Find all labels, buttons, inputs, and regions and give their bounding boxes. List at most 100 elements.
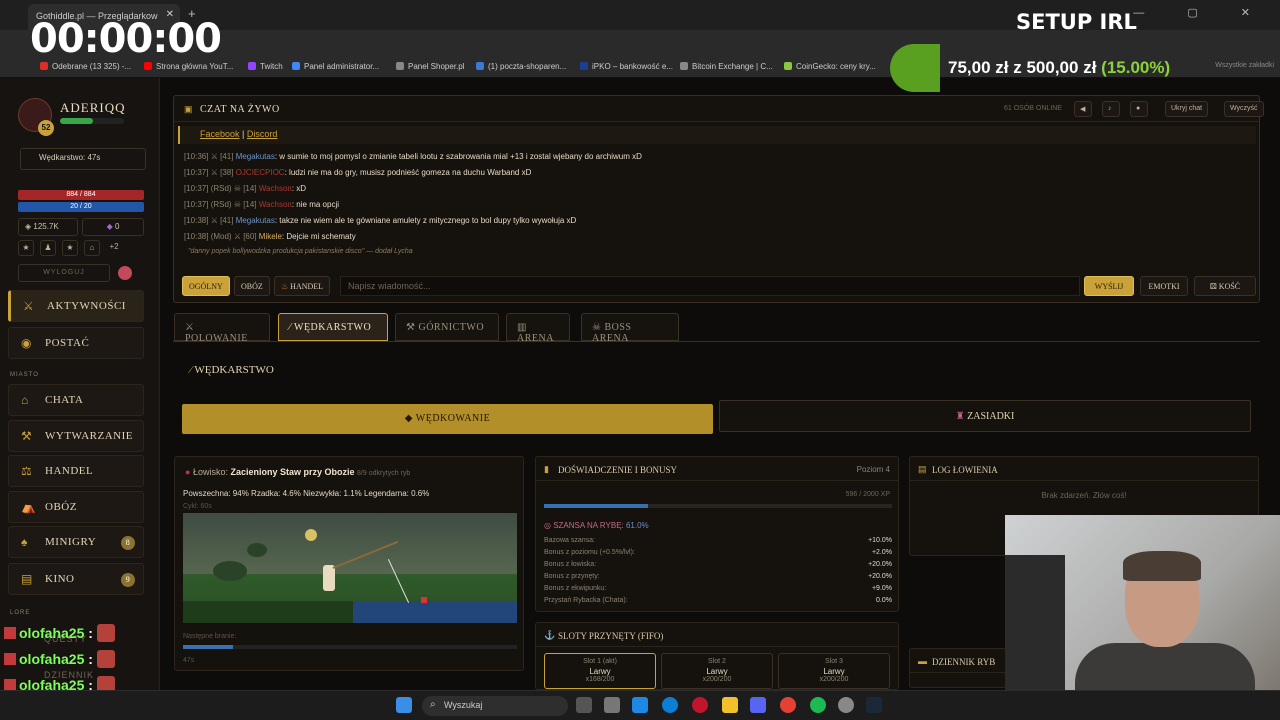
nav-camp[interactable]: ⛺ OBÓZ [8, 491, 144, 523]
bonus-row: Bonus z poziomu (+0.5%/lvl): +2.0% [544, 549, 892, 556]
bait-slot[interactable]: Slot 1 (akt) Larwy x168/200 [544, 653, 656, 689]
xp-progress-bar [544, 504, 892, 508]
links-separator: | [242, 129, 245, 139]
section-lore-label: LORE [10, 610, 31, 616]
channel-general-button[interactable]: OGÓLNY [182, 276, 230, 296]
target-icon: ◎ [544, 521, 554, 530]
nav-hut[interactable]: ⌂ CHATA [8, 384, 144, 416]
cycle-time: Cykl: 60s [183, 503, 212, 510]
nav-character[interactable]: ◉ POSTAĆ [8, 327, 144, 359]
log-icon: ▤ [918, 464, 927, 474]
steam-icon[interactable] [866, 697, 882, 713]
nav-minigames[interactable]: ♠ MINIGRY 8 [8, 526, 144, 558]
chat-username[interactable]: OJCIECPIOC [236, 168, 285, 177]
chat-username[interactable]: Wachson [259, 184, 292, 193]
chat-username[interactable]: Mikele [259, 232, 282, 241]
facebook-link[interactable]: Facebook [200, 129, 240, 139]
chat-icon: ▣ [184, 104, 193, 114]
bookmark-item[interactable]: Panel Shoper.pl [396, 62, 465, 71]
bookmark-item[interactable]: Strona główna YouT... [144, 62, 233, 71]
channel-trade-button[interactable]: ♨ HANDEL [274, 276, 331, 296]
tab-boss-arena[interactable]: ☠ BOSS ARENA [581, 313, 679, 344]
tree-icon [247, 543, 267, 557]
tent-icon: ⛺ [21, 500, 37, 514]
edge-icon[interactable] [662, 697, 678, 713]
bait-slot[interactable]: Slot 2 Larwy x200/200 [661, 653, 773, 689]
buff-icon[interactable]: ★ [18, 240, 34, 256]
folder-icon[interactable] [722, 697, 738, 713]
fish-diary-header[interactable]: ▬ DZIENNIK RYB [910, 649, 1008, 673]
bookmark-item[interactable]: (1) poczta-shoparen... [476, 62, 566, 71]
discord-link[interactable]: Discord [247, 129, 278, 139]
bookmark-item[interactable]: Panel administrator... [292, 62, 379, 71]
nav-cinema[interactable]: ▤ KINO 9 [8, 563, 144, 595]
tab-fishing[interactable]: ⁄ WĘDKARSTWO [278, 313, 388, 341]
next-bite-time: 47s [183, 657, 195, 664]
chat-title: CZAT NA ŻYWO [200, 104, 280, 115]
chat-header: ▣ CZAT NA ŻYWO 61 OSÓB ONLINE ◀ ♪ ● Ukry… [174, 96, 1264, 122]
active-skill[interactable]: Wędkarstwo: 47s [20, 148, 146, 170]
bookmark-item[interactable]: CoinGecko: ceny kry... [784, 62, 876, 71]
bookmark-icon [784, 62, 792, 70]
bookmark-icon [580, 62, 588, 70]
send-button[interactable]: WYŚLIJ [1084, 276, 1134, 296]
fishing-spot-panel: ● Łowisko: Zacieniony Staw przy Obozie 8… [174, 456, 524, 671]
buff-icon[interactable]: ♟ [40, 240, 56, 256]
clear-chat-button[interactable]: Wyczyść [1224, 101, 1264, 117]
home-icon[interactable]: ⌂ [84, 240, 100, 256]
log-header: ▤ LOG ŁOWIENIA [910, 457, 1258, 481]
channel-camp-button[interactable]: OBÓZ [234, 276, 270, 296]
traps-mode-button[interactable]: ♜ ZASIADKI [719, 400, 1251, 432]
stream-timer: 00:00:00 [30, 16, 222, 62]
window-controls[interactable]: — ▢ ✕ [1133, 6, 1270, 19]
chat-username[interactable]: Megakutas [236, 216, 275, 225]
bookmark-item[interactable]: Bitcoin Exchange | C... [680, 62, 773, 71]
section-title: ⁄ WĘDKARSTWO [190, 364, 274, 376]
tab-mining[interactable]: ⚒ GÓRNICTWO [395, 313, 499, 341]
swords-icon: ⚔ [23, 299, 35, 313]
fishing-mode-button[interactable]: ◆ WĘDKOWANIE [182, 404, 713, 434]
spot-name[interactable]: Zacieniony Staw przy Obozie [230, 467, 354, 477]
tab-arena[interactable]: ▥ ARENA [506, 313, 570, 344]
chrome-icon[interactable] [780, 697, 796, 713]
notifications-icon[interactable]: ● [1130, 101, 1148, 117]
windows-start-icon[interactable] [396, 697, 412, 713]
hide-chat-button[interactable]: Ukryj chat [1165, 101, 1209, 117]
fish-icon: ◆ [404, 413, 416, 424]
settings-icon[interactable] [118, 266, 132, 280]
tree-icon [213, 561, 247, 581]
spotify-icon[interactable] [810, 697, 826, 713]
task-view-icon[interactable] [576, 697, 592, 713]
file-app-icon[interactable] [604, 697, 620, 713]
nav-trade[interactable]: ⚖ HANDEL [8, 455, 144, 487]
emotes-button[interactable]: EMOTKI [1140, 276, 1188, 296]
bookmark-item[interactable]: Twitch [248, 62, 283, 71]
nav-activities[interactable]: ⚔ AKTYWNOŚCI [8, 290, 144, 322]
dice-button[interactable]: ⚄ KOŚĆ [1194, 276, 1256, 296]
music-icon[interactable]: ♪ [1102, 101, 1120, 117]
taskbar-search[interactable]: ⌕ Wyszukaj [422, 696, 568, 716]
more-buffs[interactable]: +2 [106, 240, 122, 256]
bookmark-item[interactable]: iPKO – bankowość e... [580, 62, 673, 71]
bookmark-item[interactable]: Odebrane (13 325) -... [40, 62, 131, 71]
app-icon[interactable] [632, 697, 648, 713]
bonus-row: Bonus z przynęty: +20.0% [544, 573, 892, 580]
obs-icon[interactable] [838, 697, 854, 713]
stream-chat-line: olofaha25 : [4, 624, 115, 642]
logout-button[interactable]: WYLOGUJ [18, 264, 110, 282]
chat-username[interactable]: Wachson [259, 200, 292, 209]
bait-slot[interactable]: Slot 3 Larwy x200/200 [778, 653, 890, 689]
sound-icon[interactable]: ◀ [1074, 101, 1092, 117]
bonus-row: Przystań Rybacka (Chata): 0.0% [544, 597, 892, 604]
opera-icon[interactable] [692, 697, 708, 713]
log-empty-message: Brak zdarzeń. Złów coś! [1041, 491, 1127, 500]
chat-message-input[interactable]: Napisz wiadomość... [340, 276, 1080, 296]
nav-crafting[interactable]: ⚒ WYTWARZANIE [8, 420, 144, 452]
bait-icon: ⚓ [544, 630, 556, 640]
buff-icon[interactable]: ★ [62, 240, 78, 256]
bookmark-icon [144, 62, 152, 70]
tab-hunting[interactable]: ⚔ POLOWANIE [174, 313, 270, 344]
chat-username[interactable]: Megakutas [236, 152, 275, 161]
discord-icon[interactable] [750, 697, 766, 713]
setup-label: SETUP IRL [1016, 10, 1137, 34]
